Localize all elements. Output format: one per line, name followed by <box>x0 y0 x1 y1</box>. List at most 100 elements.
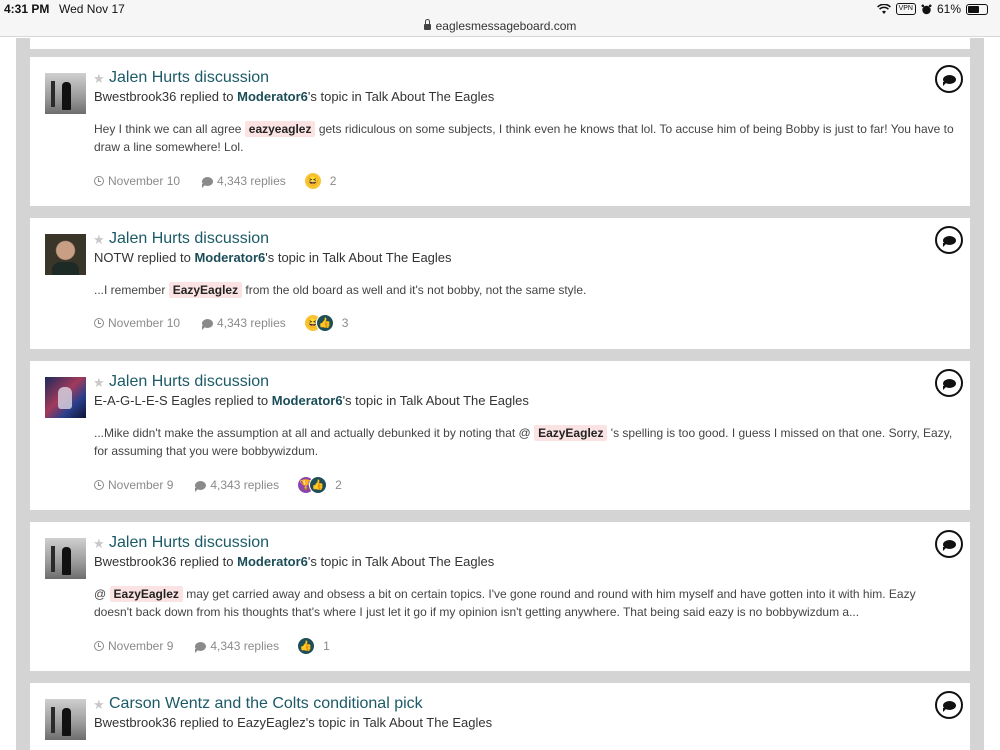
reaction-count[interactable]: 2 <box>330 174 337 188</box>
comment-bubble-icon[interactable] <box>935 65 963 93</box>
star-icon[interactable]: ★ <box>93 537 105 551</box>
reply-count: 4,343 replies <box>217 316 286 330</box>
star-icon[interactable]: ★ <box>93 233 105 247</box>
reactions[interactable]: 😆 2 <box>303 172 337 190</box>
star-icon[interactable]: ★ <box>93 376 105 390</box>
activity-post: ★ Jalen Hurts discussion E-A-G-L-E-S Eag… <box>30 361 970 510</box>
post-footer: November 9 4,343 replies 👍 1 <box>94 637 330 655</box>
user-mention[interactable]: EazyEaglez <box>534 425 608 441</box>
post-title[interactable]: Jalen Hurts discussion <box>109 373 269 391</box>
post-meta: Bwestbrook36 replied to Moderator6's top… <box>94 554 494 569</box>
replied-to-text: replied to <box>180 89 234 104</box>
comment-icon <box>195 641 207 653</box>
post-meta: NOTW replied to Moderator6's topic in Ta… <box>94 250 452 265</box>
reply-count: 4,343 replies <box>210 478 280 492</box>
post-meta: E-A-G-L-E-S Eagles replied to Moderator6… <box>94 393 529 408</box>
topic-owner[interactable]: Moderator6 <box>194 250 265 265</box>
url-text[interactable]: eaglesmessageboard.com <box>436 19 577 33</box>
clock-icon <box>94 176 104 186</box>
comment-icon <box>202 176 214 188</box>
post-footer: November 10 4,343 replies 😆 👍 3 <box>94 314 348 332</box>
post-excerpt: ...Mike didn't make the assumption at al… <box>94 424 956 460</box>
user-mention[interactable]: EazyEaglez <box>109 586 183 602</box>
reactions[interactable]: 😆 👍 3 <box>303 314 349 332</box>
excerpt-text: may get carried away and obsess a bit on… <box>94 587 916 619</box>
post-title[interactable]: Jalen Hurts discussion <box>109 230 269 248</box>
like-reaction-icon[interactable]: 👍 <box>297 637 316 655</box>
avatar[interactable] <box>45 73 86 114</box>
replied-to-text: replied to <box>180 715 234 730</box>
topic-owner[interactable]: Moderator6 <box>237 554 308 569</box>
comment-bubble-icon[interactable] <box>935 226 963 254</box>
topic-owner[interactable]: EazyEaglez <box>237 715 306 730</box>
topic-suffix: 's topic in Talk About The Eagles <box>265 250 452 265</box>
topic-owner[interactable]: Moderator6 <box>272 393 343 408</box>
post-author[interactable]: Bwestbrook36 <box>94 715 176 730</box>
status-indicators: VPN 61% <box>876 2 988 16</box>
post-title[interactable]: Jalen Hurts discussion <box>109 534 269 552</box>
post-excerpt: ...I remember EazyEaglez from the old bo… <box>94 281 956 299</box>
post-author[interactable]: Bwestbrook36 <box>94 554 176 569</box>
clock-icon <box>94 480 104 490</box>
comment-bubble-icon[interactable] <box>935 530 963 558</box>
comment-bubble-icon[interactable] <box>935 369 963 397</box>
activity-post: ★ Jalen Hurts discussion NOTW replied to… <box>30 218 970 349</box>
post-title[interactable]: Carson Wentz and the Colts conditional p… <box>109 695 423 713</box>
wifi-icon <box>876 3 891 14</box>
topic-suffix: 's topic in Talk About The Eagles <box>342 393 529 408</box>
reply-count: 4,343 replies <box>217 174 286 188</box>
post-date[interactable]: November 9 <box>108 639 173 653</box>
activity-post: ★ Carson Wentz and the Colts conditional… <box>30 683 970 750</box>
status-time: 4:31 PM <box>4 2 50 16</box>
post-author[interactable]: NOTW <box>94 250 134 265</box>
address-bar[interactable]: eaglesmessageboard.com <box>0 18 1000 37</box>
clock-icon <box>94 641 104 651</box>
avatar[interactable] <box>45 699 86 740</box>
post-author[interactable]: E-A-G-L-E-S Eagles <box>94 393 211 408</box>
reaction-count[interactable]: 3 <box>342 316 349 330</box>
battery-percent: 61% <box>936 2 961 16</box>
reactions[interactable]: 🏆 👍 2 <box>297 476 342 494</box>
post-date[interactable]: November 10 <box>108 174 180 188</box>
like-reaction-icon[interactable]: 👍 <box>315 314 334 332</box>
comment-icon <box>202 318 214 330</box>
activity-post: ★ Jalen Hurts discussion Bwestbrook36 re… <box>30 57 970 206</box>
replied-to-text: replied to <box>214 393 269 408</box>
battery-icon <box>966 3 988 15</box>
topic-suffix: 's topic in Talk About The Eagles <box>305 715 493 730</box>
post-meta: Bwestbrook36 replied to EazyEaglez's top… <box>94 715 492 730</box>
topic-suffix: 's topic in Talk About The Eagles <box>307 89 495 104</box>
like-reaction-icon[interactable]: 👍 <box>309 476 328 494</box>
post-date[interactable]: November 10 <box>108 316 180 330</box>
clock-icon <box>94 318 104 328</box>
star-icon[interactable]: ★ <box>93 698 105 712</box>
avatar[interactable] <box>45 377 86 418</box>
excerpt-text: from the old board as well and it's not … <box>245 283 587 297</box>
battery-level <box>968 5 979 13</box>
excerpt-text: @ <box>94 587 107 601</box>
reply-count: 4,343 replies <box>210 639 280 653</box>
status-bar: 4:31 PM Wed Nov 17 VPN 61% <box>0 0 1000 18</box>
post-title[interactable]: Jalen Hurts discussion <box>109 69 269 87</box>
avatar[interactable] <box>45 234 86 275</box>
reactions[interactable]: 👍 1 <box>297 637 330 655</box>
avatar[interactable] <box>45 538 86 579</box>
post-date[interactable]: November 9 <box>108 478 173 492</box>
post-author[interactable]: Bwestbrook36 <box>94 89 176 104</box>
reaction-count[interactable]: 2 <box>335 478 342 492</box>
post-excerpt: Hey I think we can all agree eazyeaglez … <box>94 120 956 156</box>
replied-to-text: replied to <box>137 250 191 265</box>
haha-reaction-icon[interactable]: 😆 <box>303 172 322 190</box>
vpn-badge: VPN <box>895 3 916 15</box>
topic-owner[interactable]: Moderator6 <box>237 89 308 104</box>
lock-icon <box>423 19 431 30</box>
reaction-count[interactable]: 1 <box>323 639 330 653</box>
user-mention[interactable]: EazyEaglez <box>168 282 243 298</box>
star-icon[interactable]: ★ <box>93 72 105 86</box>
user-mention[interactable]: eazyeaglez <box>244 121 316 137</box>
topic-suffix: 's topic in Talk About The Eagles <box>307 554 495 569</box>
comment-bubble-icon[interactable] <box>935 691 963 719</box>
excerpt-text: ...Mike didn't make the assumption at al… <box>94 426 531 440</box>
replied-to-text: replied to <box>180 554 234 569</box>
activity-post: ★ Jalen Hurts discussion Bwestbrook36 re… <box>30 522 970 671</box>
